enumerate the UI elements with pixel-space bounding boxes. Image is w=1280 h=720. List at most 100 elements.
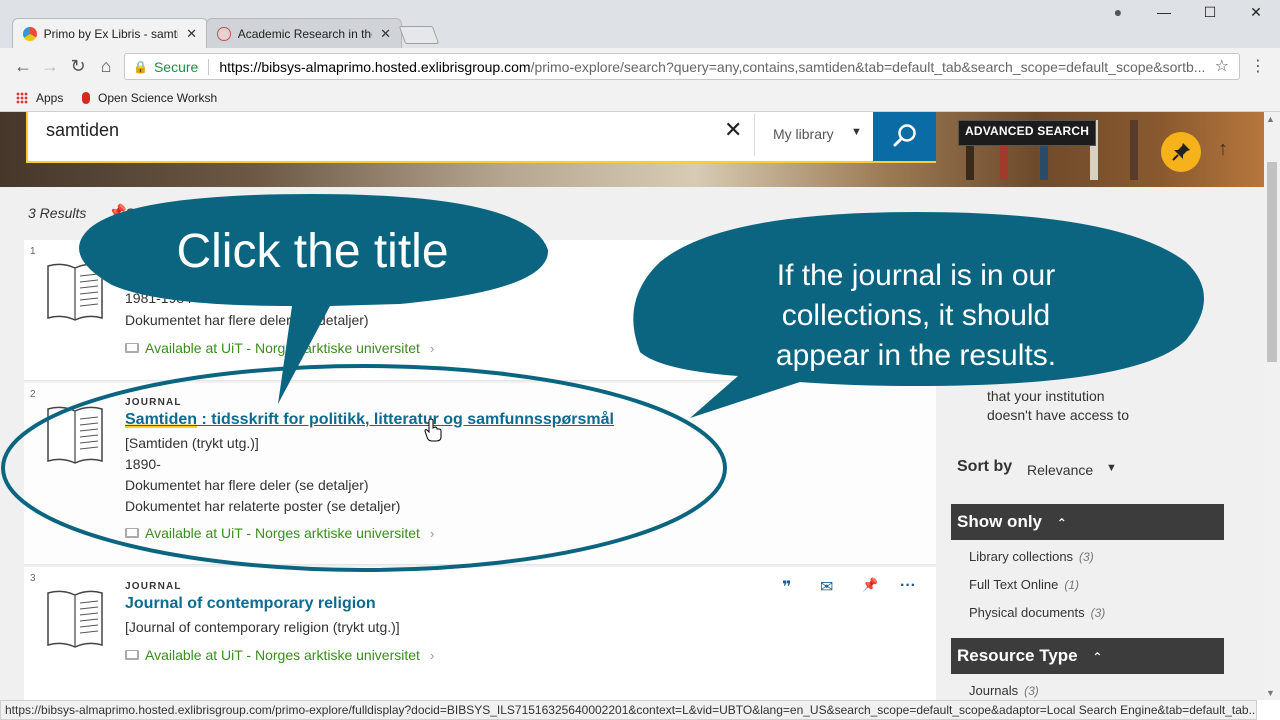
sort-label: Sort by [957, 458, 1013, 475]
facet-item-label: Full Text Online [969, 577, 1059, 592]
sidebar-note: doesn't have access to [987, 407, 1129, 423]
maximize-button[interactable]: ☐ [1187, 4, 1233, 21]
result-item: 2 JOURNAL Samtiden : tidsskrift for poli… [24, 383, 936, 565]
result-detail: [Samtiden (trykt utg.)] [125, 435, 259, 451]
facet-header-resource-type[interactable]: Resource Type ⌃ [951, 638, 1224, 674]
chevron-down-icon[interactable]: ▼ [851, 126, 862, 138]
tab-primo[interactable]: Primo by Ex Libris - samti ✕ [12, 18, 208, 48]
facet-item[interactable]: Physical documents (3) [969, 605, 1105, 620]
tab-title: Academic Research in the [237, 26, 373, 41]
availability-link[interactable]: Available at UiT - Norges arktiske unive… [125, 647, 434, 663]
back-to-top-icon[interactable]: ↑ [1218, 138, 1228, 161]
search-icon [893, 123, 916, 146]
search-button[interactable] [873, 112, 936, 161]
scroll-up-icon[interactable]: ▲ [1266, 114, 1275, 124]
scroll-thumb[interactable] [1267, 162, 1277, 362]
forward-icon[interactable]: → [39, 56, 61, 77]
result-detail: [Journal of contemporary religion (trykt… [125, 619, 400, 635]
chevron-up-icon: ⌃ [1056, 516, 1067, 530]
bookmark-label: Apps [36, 91, 64, 105]
result-detail: Dokumentet har flere deler (se detaljer) [125, 312, 369, 328]
advanced-search-button[interactable]: ADVANCED SEARCH [958, 120, 1097, 146]
facet-item[interactable]: Full Text Online (1) [969, 577, 1079, 592]
result-type: JOURNAL [125, 397, 182, 408]
callout-line: If the journal is in our [776, 259, 1056, 292]
facet-item-count: (3) [1090, 606, 1106, 620]
browser-titlebar: Primo by Ex Libris - samti ✕ Academic Re… [0, 0, 1280, 48]
callout-line: collections, it should [781, 299, 1051, 332]
citation-icon[interactable]: ❞ [782, 577, 791, 597]
sort-select[interactable]: Relevance [1027, 462, 1093, 478]
result-item: 3 JOURNAL Journal of contemporary religi… [24, 567, 936, 700]
sidebar-note: that your institution [987, 388, 1105, 404]
lock-icon: 🔒 [133, 59, 148, 74]
reload-icon[interactable]: ↻ [67, 56, 89, 77]
address-bar[interactable]: 🔒 Secure https://bibsys-almaprimo.hosted… [124, 53, 1240, 80]
availability-book-icon [125, 650, 139, 660]
save-query-label[interactable]: Sa [126, 205, 143, 221]
favorites-pin-button[interactable] [1161, 132, 1201, 172]
book-icon [47, 263, 103, 321]
apps-grid-icon [16, 92, 28, 104]
status-bar: https://bibsys-almaprimo.hosted.exlibris… [0, 700, 1257, 720]
result-type: JOURNAL [125, 581, 182, 592]
availability-link[interactable]: Available at UiT - Norges arktiske unive… [125, 340, 434, 356]
result-title-link[interactable]: Samtiden : tidsskrift for politikk, litt… [125, 411, 614, 429]
results-count: 3 Results [28, 205, 87, 221]
search-scope-select[interactable]: My library [773, 126, 834, 142]
highlighted-term: Samtiden [125, 411, 198, 428]
email-icon[interactable]: ✉ [820, 577, 833, 597]
search-input[interactable]: samtiden [46, 120, 119, 141]
clear-search-icon[interactable]: ✕ [724, 117, 742, 143]
chevron-right-icon: › [429, 525, 435, 541]
page-scrollbar[interactable]: ▲ ▼ [1264, 112, 1280, 700]
facet-item[interactable]: Library collections (3) [969, 549, 1094, 564]
primo-page: samtiden ✕ My library ▼ ADVANCED SEARCH … [0, 112, 1264, 700]
facet-item-count: (3) [1079, 550, 1094, 564]
url-path: /primo-explore/search?query=any,contains… [530, 58, 1206, 75]
result-detail: Dokumentet har flere deler (se detaljer) [125, 477, 369, 493]
bookmarks-bar: Apps Open Science Worksh [0, 86, 1280, 112]
home-icon[interactable]: ⌂ [95, 56, 117, 77]
result-rank: 3 [30, 573, 36, 584]
secure-label: Secure [153, 58, 199, 75]
facet-header-show-only[interactable]: Show only ⌃ [951, 504, 1224, 540]
pin-icon[interactable]: 📌 [862, 577, 878, 593]
title-text: : tidsskrift for politikk, litteratur og… [197, 411, 614, 428]
result-title-link[interactable]: Journal of contemporary religion [125, 595, 376, 613]
close-tab-icon[interactable]: ✕ [186, 26, 197, 42]
availability-text: Available at UiT - Norges arktiske unive… [145, 525, 420, 541]
primo-favicon-icon [23, 26, 37, 41]
academic-favicon-icon [217, 26, 231, 41]
bookmark-star-icon[interactable]: ☆ [1215, 56, 1229, 76]
bookmark-open-science[interactable]: Open Science Worksh [82, 91, 217, 105]
new-tab-button[interactable] [398, 26, 440, 44]
chevron-down-icon[interactable]: ▼ [1106, 462, 1117, 474]
availability-text: Available at UiT - Norges arktiske unive… [145, 340, 420, 356]
bookmark-apps[interactable]: Apps [16, 91, 63, 105]
account-icon[interactable]: ● [1095, 4, 1141, 20]
back-icon[interactable]: ← [12, 56, 34, 77]
search-bar: samtiden ✕ My library ▼ [26, 112, 936, 163]
scroll-down-icon[interactable]: ▼ [1266, 688, 1275, 698]
result-detail: 1981-1984 [125, 290, 192, 306]
close-window-button[interactable]: ✕ [1233, 4, 1279, 21]
facet-title: Show only [957, 512, 1042, 531]
more-options-icon[interactable]: ··· [900, 577, 916, 595]
tab-title: Primo by Ex Libris - samti [43, 26, 179, 41]
facet-item[interactable]: Journals (3) [969, 683, 1039, 698]
scope-separator [754, 114, 755, 156]
minimize-button[interactable]: — [1141, 4, 1187, 20]
availability-link[interactable]: Available at UiT - Norges arktiske unive… [125, 525, 434, 541]
chevron-right-icon: › [429, 647, 435, 663]
close-tab-icon[interactable]: ✕ [380, 26, 391, 42]
save-query-pin-icon[interactable]: 📌 [108, 203, 127, 221]
chrome-menu-icon[interactable]: ⋮ [1250, 56, 1266, 76]
tab-academic-research[interactable]: Academic Research in the ✕ [206, 18, 402, 48]
facet-item-label: Journals [969, 683, 1019, 698]
result-rank: 1 [30, 246, 36, 257]
availability-book-icon [125, 343, 139, 353]
chevron-right-icon: › [429, 340, 435, 356]
result-detail: Dokumentet har relaterte poster (se deta… [125, 498, 401, 514]
callout-click-title-text: Click the title [176, 225, 449, 278]
